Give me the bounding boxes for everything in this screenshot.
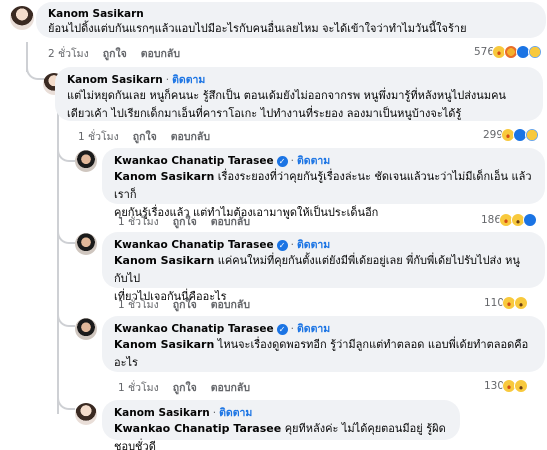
reaction-count: 576 bbox=[474, 46, 495, 58]
separator-dot: · bbox=[212, 407, 217, 419]
reaction-count: 110 bbox=[484, 297, 505, 309]
comment-time[interactable]: 2 ชั่วโมง bbox=[48, 45, 89, 62]
comment-time[interactable]: 1 ชั่วโมง bbox=[118, 296, 159, 313]
comment-actions: 1 ชั่วโมง ถูกใจ ตอบกลับ bbox=[118, 379, 250, 396]
follow-button[interactable]: ติดตาม bbox=[297, 238, 330, 252]
comment-author[interactable]: Kanom Sasikarn bbox=[48, 7, 144, 21]
comment-time[interactable]: 1 ชั่วโมง bbox=[118, 379, 159, 396]
avatar[interactable] bbox=[75, 233, 97, 255]
follow-button[interactable]: ติดตาม bbox=[219, 406, 252, 420]
like-button[interactable]: ถูกใจ bbox=[173, 379, 197, 396]
comment-bubble: Kanom Sasikarn · ติดตาม Kwankao Chanatip… bbox=[102, 400, 460, 450]
comment-actions: 1 ชั่วโมง ถูกใจ ตอบกลับ bbox=[78, 128, 210, 145]
comment-text-line: แต่ไม่หยุดกันเลย หนูก็คนนะ รู้สึกเป็น ตอ… bbox=[67, 89, 506, 102]
avatar[interactable] bbox=[10, 6, 34, 30]
reply-button[interactable]: ตอบกลับ bbox=[211, 296, 250, 313]
comment-text-line: อะไร bbox=[114, 356, 138, 369]
mention-link[interactable]: Kanom Sasikarn bbox=[114, 338, 214, 351]
comment-actions: 1 ชั่วโมง ถูกใจ ตอบกลับ bbox=[118, 296, 250, 313]
like-button[interactable]: ถูกใจ bbox=[173, 296, 197, 313]
comment-author[interactable]: Kanom Sasikarn bbox=[114, 406, 210, 420]
follow-button[interactable]: ติดตาม bbox=[172, 73, 205, 87]
wow-icon bbox=[514, 296, 529, 310]
follow-button[interactable]: ติดตาม bbox=[297, 322, 330, 336]
comment-author[interactable]: Kwankao Chanatip Tarasee bbox=[114, 322, 274, 336]
wow-icon bbox=[514, 379, 529, 393]
reaction-summary[interactable]: 130 bbox=[484, 379, 529, 393]
avatar[interactable] bbox=[75, 403, 97, 425]
reaction-summary[interactable]: 186 bbox=[481, 213, 538, 227]
avatar[interactable] bbox=[75, 318, 97, 340]
like-button[interactable]: ถูกใจ bbox=[103, 45, 127, 62]
comment-bubble: Kwankao Chanatip Tarasee ✓ · ติดตาม Kano… bbox=[102, 148, 545, 219]
reaction-count: 130 bbox=[484, 380, 505, 392]
comment-time[interactable]: 1 ชั่วโมง bbox=[78, 128, 119, 145]
comment-text-line: ไหนจะเรื่องดูดพอรทอีก รู้ว่ามีลูกแต่ทำตล… bbox=[214, 338, 529, 351]
comment-bubble: Kwankao Chanatip Tarasee ✓ · ติดตาม Kano… bbox=[102, 232, 545, 303]
sad-icon bbox=[525, 128, 540, 142]
reaction-count: 299 bbox=[483, 129, 504, 141]
comment-bubble: Kanom Sasikarn ย้อนไปดิ้งแต่บกันแรกๆแล้ว… bbox=[36, 2, 546, 38]
reply-button[interactable]: ตอบกลับ bbox=[211, 213, 250, 230]
mention-link[interactable]: Kanom Sasikarn bbox=[114, 170, 214, 183]
thread-connector-5 bbox=[57, 388, 75, 410]
follow-button[interactable]: ติดตาม bbox=[297, 154, 330, 168]
verified-badge-icon: ✓ bbox=[276, 155, 288, 167]
comment-text: ย้อนไปดิ้งแต่บกันแรกๆแล้วแอบไปมีอะไรกับค… bbox=[48, 22, 467, 35]
verified-badge-icon: ✓ bbox=[276, 323, 288, 335]
reaction-summary[interactable]: 299 bbox=[483, 128, 540, 142]
comment-actions: 2 ชั่วโมง ถูกใจ ตอบกลับ bbox=[48, 45, 180, 62]
reaction-summary[interactable]: 110 bbox=[484, 296, 529, 310]
mention-link[interactable]: Kanom Sasikarn bbox=[114, 254, 214, 267]
thread-connector-2 bbox=[57, 140, 75, 162]
separator-dot: · bbox=[290, 323, 294, 335]
sad-icon bbox=[528, 45, 543, 59]
comment-bubble: Kwankao Chanatip Tarasee ✓ · ติดตาม Kano… bbox=[102, 316, 545, 372]
reply-button[interactable]: ตอบกลับ bbox=[171, 128, 210, 145]
like-button[interactable]: ถูกใจ bbox=[173, 213, 197, 230]
comment-author[interactable]: Kwankao Chanatip Tarasee bbox=[114, 238, 274, 252]
thread-connector-1 bbox=[26, 56, 44, 80]
avatar[interactable] bbox=[75, 150, 97, 172]
reaction-count: 186 bbox=[481, 214, 502, 226]
comment-actions: 1 ชั่วโมง ถูกใจ ตอบกลับ bbox=[118, 213, 250, 230]
reaction-summary[interactable]: 576 bbox=[474, 45, 543, 59]
verified-badge-icon: ✓ bbox=[276, 239, 288, 251]
like-icon bbox=[523, 213, 538, 227]
like-button[interactable]: ถูกใจ bbox=[133, 128, 157, 145]
mention-link[interactable]: Kwankao Chanatip Tarasee bbox=[114, 422, 281, 435]
comment-time[interactable]: 1 ชั่วโมง bbox=[118, 213, 159, 230]
reply-button[interactable]: ตอบกลับ bbox=[211, 379, 250, 396]
thread-connector-4 bbox=[57, 305, 75, 327]
comment-author[interactable]: Kanom Sasikarn bbox=[67, 73, 163, 87]
separator-dot: · bbox=[290, 155, 294, 167]
reply-button[interactable]: ตอบกลับ bbox=[141, 45, 180, 62]
separator-dot: · bbox=[290, 239, 294, 251]
thread-connector-3 bbox=[57, 222, 75, 244]
comment-text-line: เดียวเค้า ไปเรียกเด็กมาเอ็นที่คาราโอเกะ … bbox=[67, 107, 462, 120]
comment-bubble: Kanom Sasikarn · ติดตาม แต่ไม่หยุดกันเลย… bbox=[55, 67, 543, 121]
separator-dot: · bbox=[165, 74, 170, 86]
comment-author[interactable]: Kwankao Chanatip Tarasee bbox=[114, 154, 274, 168]
